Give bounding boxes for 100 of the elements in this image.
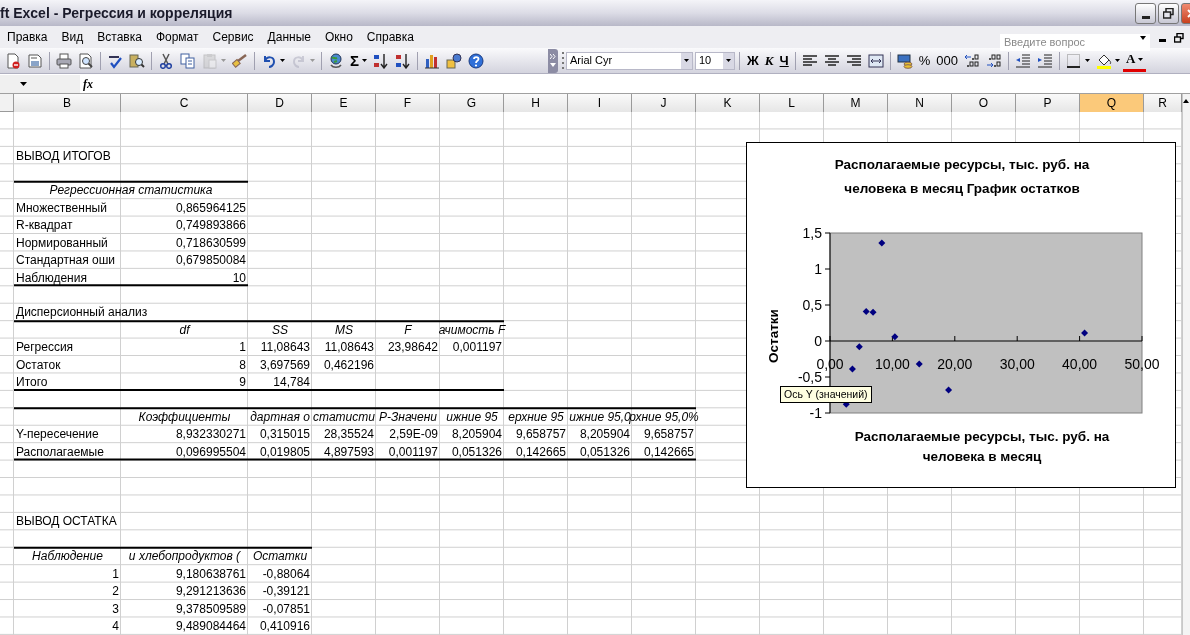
table-cell: F [404, 321, 412, 339]
column-header[interactable]: L [760, 94, 824, 112]
column-header[interactable]: D [248, 94, 312, 112]
printer-icon [56, 52, 72, 69]
brush-icon [232, 52, 248, 69]
table-cell-text: 11,08643 [260, 339, 310, 356]
table-cell: 0,142665 [643, 443, 694, 461]
autosum-button[interactable]: Σ [347, 49, 370, 72]
chart-area[interactable] [746, 142, 1176, 488]
table-cell: 0,410916 [259, 617, 310, 635]
table-cell-text: 9,658757 [643, 426, 694, 443]
column-header[interactable]: E [312, 94, 376, 112]
table-cell-text: 11,08643 [324, 339, 374, 356]
table-cell-text: Наблюдения [16, 269, 87, 287]
table-cell-text: 1 [239, 339, 246, 356]
table-cell-text: 23,98642 [387, 339, 438, 356]
sort-descending-icon [395, 52, 411, 69]
x-tick-label: 10,00 [874, 356, 910, 372]
column-header[interactable]: R [1144, 94, 1182, 112]
dropdown-arrow-icon [550, 63, 556, 68]
column-header[interactable]: O [952, 94, 1016, 112]
table-cell-text: Регрессионная статистика [49, 182, 213, 200]
dropdown-arrow-icon [684, 59, 689, 62]
table-cell-text: 2,59E-09 [389, 426, 438, 443]
y-tick-label: -0,5 [797, 369, 822, 385]
chevron-icon [550, 53, 556, 59]
table-cell-text: 9,291213636 [175, 583, 246, 600]
underline-button[interactable]: Ч [776, 49, 792, 72]
x-tick-label: 40,00 [1062, 356, 1098, 372]
menu-item[interactable]: Вставка [90, 27, 149, 47]
table-cell-text: Регрессия [16, 339, 74, 356]
scissors-icon [158, 52, 174, 69]
minimize-icon [1141, 16, 1150, 19]
vertical-scrollbar[interactable] [1182, 94, 1190, 635]
column-header[interactable]: H [504, 94, 568, 112]
increase-decimal-icon [964, 52, 980, 69]
window-title: ft Excel - Регрессия и корреляция [0, 3, 233, 23]
percent-button[interactable]: % [915, 49, 934, 72]
table-cell-text: 9,180638761 [175, 565, 246, 583]
font-size-field[interactable]: 10 [695, 51, 735, 70]
column-header[interactable]: C [121, 94, 248, 112]
menu-item[interactable]: Справка [359, 27, 421, 47]
restore-icon [1163, 8, 1174, 19]
align-left-icon [801, 52, 818, 69]
table-cell-text: 10 [232, 269, 246, 287]
column-header[interactable]: G [440, 94, 504, 112]
font-color-button[interactable]: A [1123, 49, 1147, 72]
column-header[interactable]: J [632, 94, 696, 112]
font-name-field[interactable]: Arial Cyr [566, 51, 693, 70]
dropdown-arrow-icon [1138, 57, 1144, 61]
dropdown-arrow-icon [1115, 59, 1120, 62]
column-header[interactable]: Q [1080, 94, 1144, 112]
column-header[interactable]: F [376, 94, 440, 112]
table-cell-text: 9,378509589 [175, 600, 246, 618]
bar-chart-icon [424, 52, 440, 69]
print-preview-icon [78, 52, 94, 69]
function-label[interactable]: fx [83, 74, 97, 93]
table-cell-text: Нормированный [16, 234, 108, 252]
table-cell-text: ВЫВОД ОСТАТКА [16, 513, 117, 531]
table-cell: 4,897593 [323, 443, 374, 461]
table-cell-text: 8,205904 [579, 426, 630, 443]
table-cell-text: 1 [112, 565, 119, 583]
minimize-button[interactable] [1135, 3, 1156, 24]
dropdown-arrow-icon [221, 59, 226, 62]
table-cell-text: 9 [239, 374, 246, 391]
menu-item[interactable]: Правка [0, 27, 55, 47]
table-cell-text: Стандартная оши [16, 252, 116, 269]
clipboard-icon [202, 52, 218, 69]
table-cell-text: 14,784 [273, 374, 310, 391]
y-tick-label: -1 [809, 405, 822, 421]
globe-icon [328, 52, 344, 69]
x-tick-label: 50,00 [1124, 356, 1160, 372]
column-header[interactable]: I [568, 94, 632, 112]
table-cell: 0,096995504 [175, 443, 246, 461]
menu-item[interactable]: Вид [54, 27, 91, 47]
column-header[interactable]: M [824, 94, 888, 112]
column-header[interactable]: B [14, 94, 121, 112]
decrease-decimal-icon [986, 52, 1002, 69]
borders-icon [1066, 52, 1082, 69]
menu-item[interactable]: Сервис [205, 27, 261, 47]
help-icon [468, 52, 484, 69]
thousands-button[interactable]: 000 [933, 49, 961, 72]
restore-button[interactable] [1158, 3, 1179, 24]
bold-button[interactable]: Ж [744, 49, 762, 72]
column-header[interactable]: K [696, 94, 760, 112]
menu-item[interactable]: Формат [148, 27, 206, 47]
help-search-field[interactable]: Введите вопрос [1000, 33, 1150, 51]
table-cell: SS [272, 321, 288, 339]
data-point [878, 239, 886, 247]
italic-button[interactable]: К [761, 49, 777, 72]
toolbar-options-button[interactable] [548, 48, 558, 73]
menu-item[interactable]: Окно [317, 27, 360, 47]
scroll-up-icon [1183, 99, 1189, 103]
table-cell-text: 0,462196 [323, 356, 374, 374]
restore-icon[interactable] [1174, 32, 1184, 43]
x-tick-label: 20,00 [937, 356, 973, 372]
column-header[interactable]: P [1016, 94, 1080, 112]
column-header[interactable]: N [888, 94, 952, 112]
menu-item[interactable]: Данные [260, 27, 318, 47]
table-cell-text: -0,88064 [262, 565, 310, 583]
